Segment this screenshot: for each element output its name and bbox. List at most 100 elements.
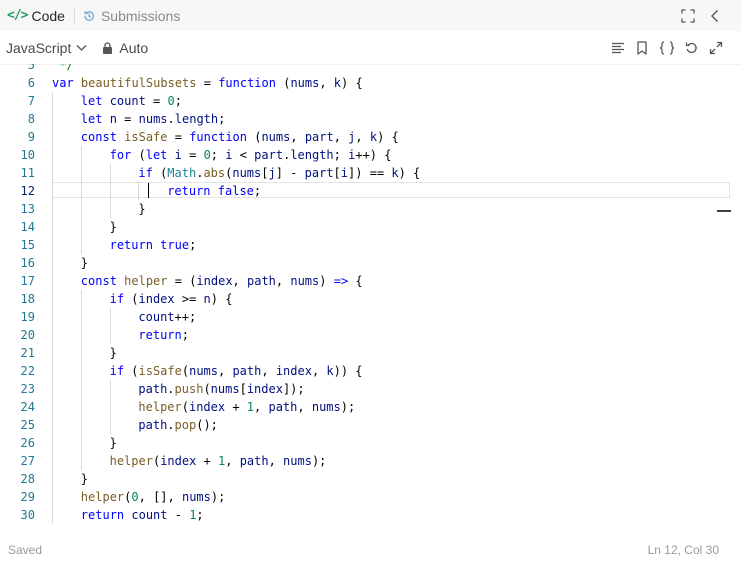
indent-guide <box>52 92 53 110</box>
reset-icon[interactable] <box>685 41 699 55</box>
code-token: var <box>52 76 81 90</box>
code-line[interactable]: } <box>81 470 88 488</box>
code-token: ( <box>203 382 211 396</box>
code-line[interactable]: } <box>81 254 88 272</box>
indent-guide <box>52 218 53 236</box>
language-select[interactable]: JavaScript <box>6 40 87 56</box>
code-token: k <box>391 166 399 180</box>
code-line[interactable]: return count - 1; <box>81 506 204 524</box>
editor-tab-bar: </> Code Submissions <box>0 0 741 32</box>
code-token: >= <box>174 292 204 306</box>
code-token: ( <box>124 364 139 378</box>
code-line[interactable]: let count = 0; <box>81 92 182 110</box>
line-number: 28 <box>20 472 35 486</box>
line-number: 30 <box>20 508 35 522</box>
code-line[interactable]: } <box>110 218 117 236</box>
code-token: path <box>232 364 262 378</box>
code-line[interactable]: } <box>110 344 117 362</box>
code-token: nums <box>210 382 240 396</box>
code-token: let <box>145 148 175 162</box>
code-token: Math <box>167 166 197 180</box>
code-token: isSafe <box>124 130 168 144</box>
indent-guide <box>52 308 53 326</box>
tab-submissions[interactable]: Submissions <box>82 0 180 31</box>
indent-guide <box>52 434 53 452</box>
bookmark-icon[interactable] <box>635 40 649 55</box>
text-cursor <box>148 183 149 198</box>
code-line[interactable]: return false; <box>167 182 261 200</box>
indent-guide <box>52 182 53 200</box>
line-number: 8 <box>27 112 35 126</box>
code-token: push <box>174 382 204 396</box>
code-token: path <box>239 454 269 468</box>
line-number: 17 <box>20 274 35 288</box>
indent-guide <box>80 308 82 326</box>
code-token: ; <box>174 94 182 108</box>
code-token: pop <box>174 418 197 432</box>
line-number: 11 <box>20 166 35 180</box>
code-line[interactable]: if (Math.abs(nums[j] - part[i]) == k) { <box>138 164 420 182</box>
code-line[interactable]: if (isSafe(nums, path, index, k)) { <box>110 362 363 380</box>
code-token: => <box>333 274 349 288</box>
code-line[interactable]: return; <box>138 326 189 344</box>
chevron-left-icon[interactable] <box>709 9 721 23</box>
code-line[interactable]: return true; <box>110 236 197 254</box>
indent-guide <box>52 326 53 344</box>
indent-guide <box>52 470 53 488</box>
code-token: nums <box>290 76 320 90</box>
code-line[interactable]: helper(index + 1, path, nums); <box>138 398 355 416</box>
indent-guide <box>80 200 82 218</box>
code-token: ; <box>218 112 226 126</box>
braces-icon[interactable] <box>659 40 675 55</box>
tab-code[interactable]: </> Code <box>0 0 65 31</box>
code-line[interactable]: const isSafe = function (nums, part, j, … <box>81 128 399 146</box>
code-token: nums <box>261 130 291 144</box>
code-line[interactable]: } <box>110 434 117 452</box>
code-line[interactable]: */ <box>52 64 74 74</box>
code-line[interactable]: if (index >= n) { <box>110 290 233 308</box>
code-token: k <box>333 76 342 90</box>
mode-toggle[interactable]: Auto <box>102 40 148 56</box>
list-icon[interactable] <box>611 41 625 55</box>
line-number: 10 <box>20 148 35 162</box>
code-token: nums <box>283 454 312 468</box>
code-token: */ <box>52 64 74 72</box>
code-token: [ <box>333 166 341 180</box>
code-line[interactable]: helper(index + 1, path, nums); <box>110 452 327 470</box>
line-number: 15 <box>20 238 35 252</box>
line-number: 25 <box>20 418 35 432</box>
code-token: path <box>268 400 298 414</box>
code-token: } <box>109 436 117 450</box>
maximize-icon[interactable] <box>709 41 723 55</box>
code-token: ( <box>275 76 291 90</box>
code-token: ); <box>210 490 226 504</box>
code-token: count <box>109 94 146 108</box>
code-token: helper <box>109 454 153 468</box>
code-line[interactable]: const helper = (index, path, nums) => { <box>81 272 363 290</box>
code-token: part <box>304 166 334 180</box>
history-icon <box>82 9 96 23</box>
code-line[interactable]: } <box>138 200 145 218</box>
code-token: nums <box>189 364 218 378</box>
code-line[interactable]: var beautifulSubsets = function (nums, k… <box>52 74 363 92</box>
code-line[interactable]: count++; <box>138 308 196 326</box>
fullscreen-icon[interactable] <box>681 8 695 23</box>
code-token: , <box>355 130 370 144</box>
code-token: ; <box>253 184 262 198</box>
code-token: k <box>326 364 334 378</box>
code-editor[interactable]: 5 6 7 8 9 10 11 12 13 14 15 16 17 18 19 20 21 22 23 24 25 26 2… <box>0 64 741 532</box>
code-line[interactable]: path.push(nums[index]); <box>138 380 304 398</box>
code-token: n <box>109 112 117 126</box>
line-number: 23 <box>20 382 35 396</box>
code-token: { <box>348 274 363 288</box>
code-token: ]); <box>282 382 305 396</box>
code-token: return <box>109 238 161 252</box>
code-token: helper <box>124 274 168 288</box>
code-line[interactable]: helper(0, [], nums); <box>81 488 226 506</box>
code-token: ) { <box>210 292 233 306</box>
code-line[interactable]: let n = nums.length; <box>81 110 226 128</box>
code-line[interactable]: for (let i = 0; i < part.length; i++) { <box>110 146 392 164</box>
lock-icon <box>102 41 113 54</box>
code-line[interactable]: path.pop(); <box>138 416 218 434</box>
overview-ruler[interactable] <box>717 64 731 532</box>
